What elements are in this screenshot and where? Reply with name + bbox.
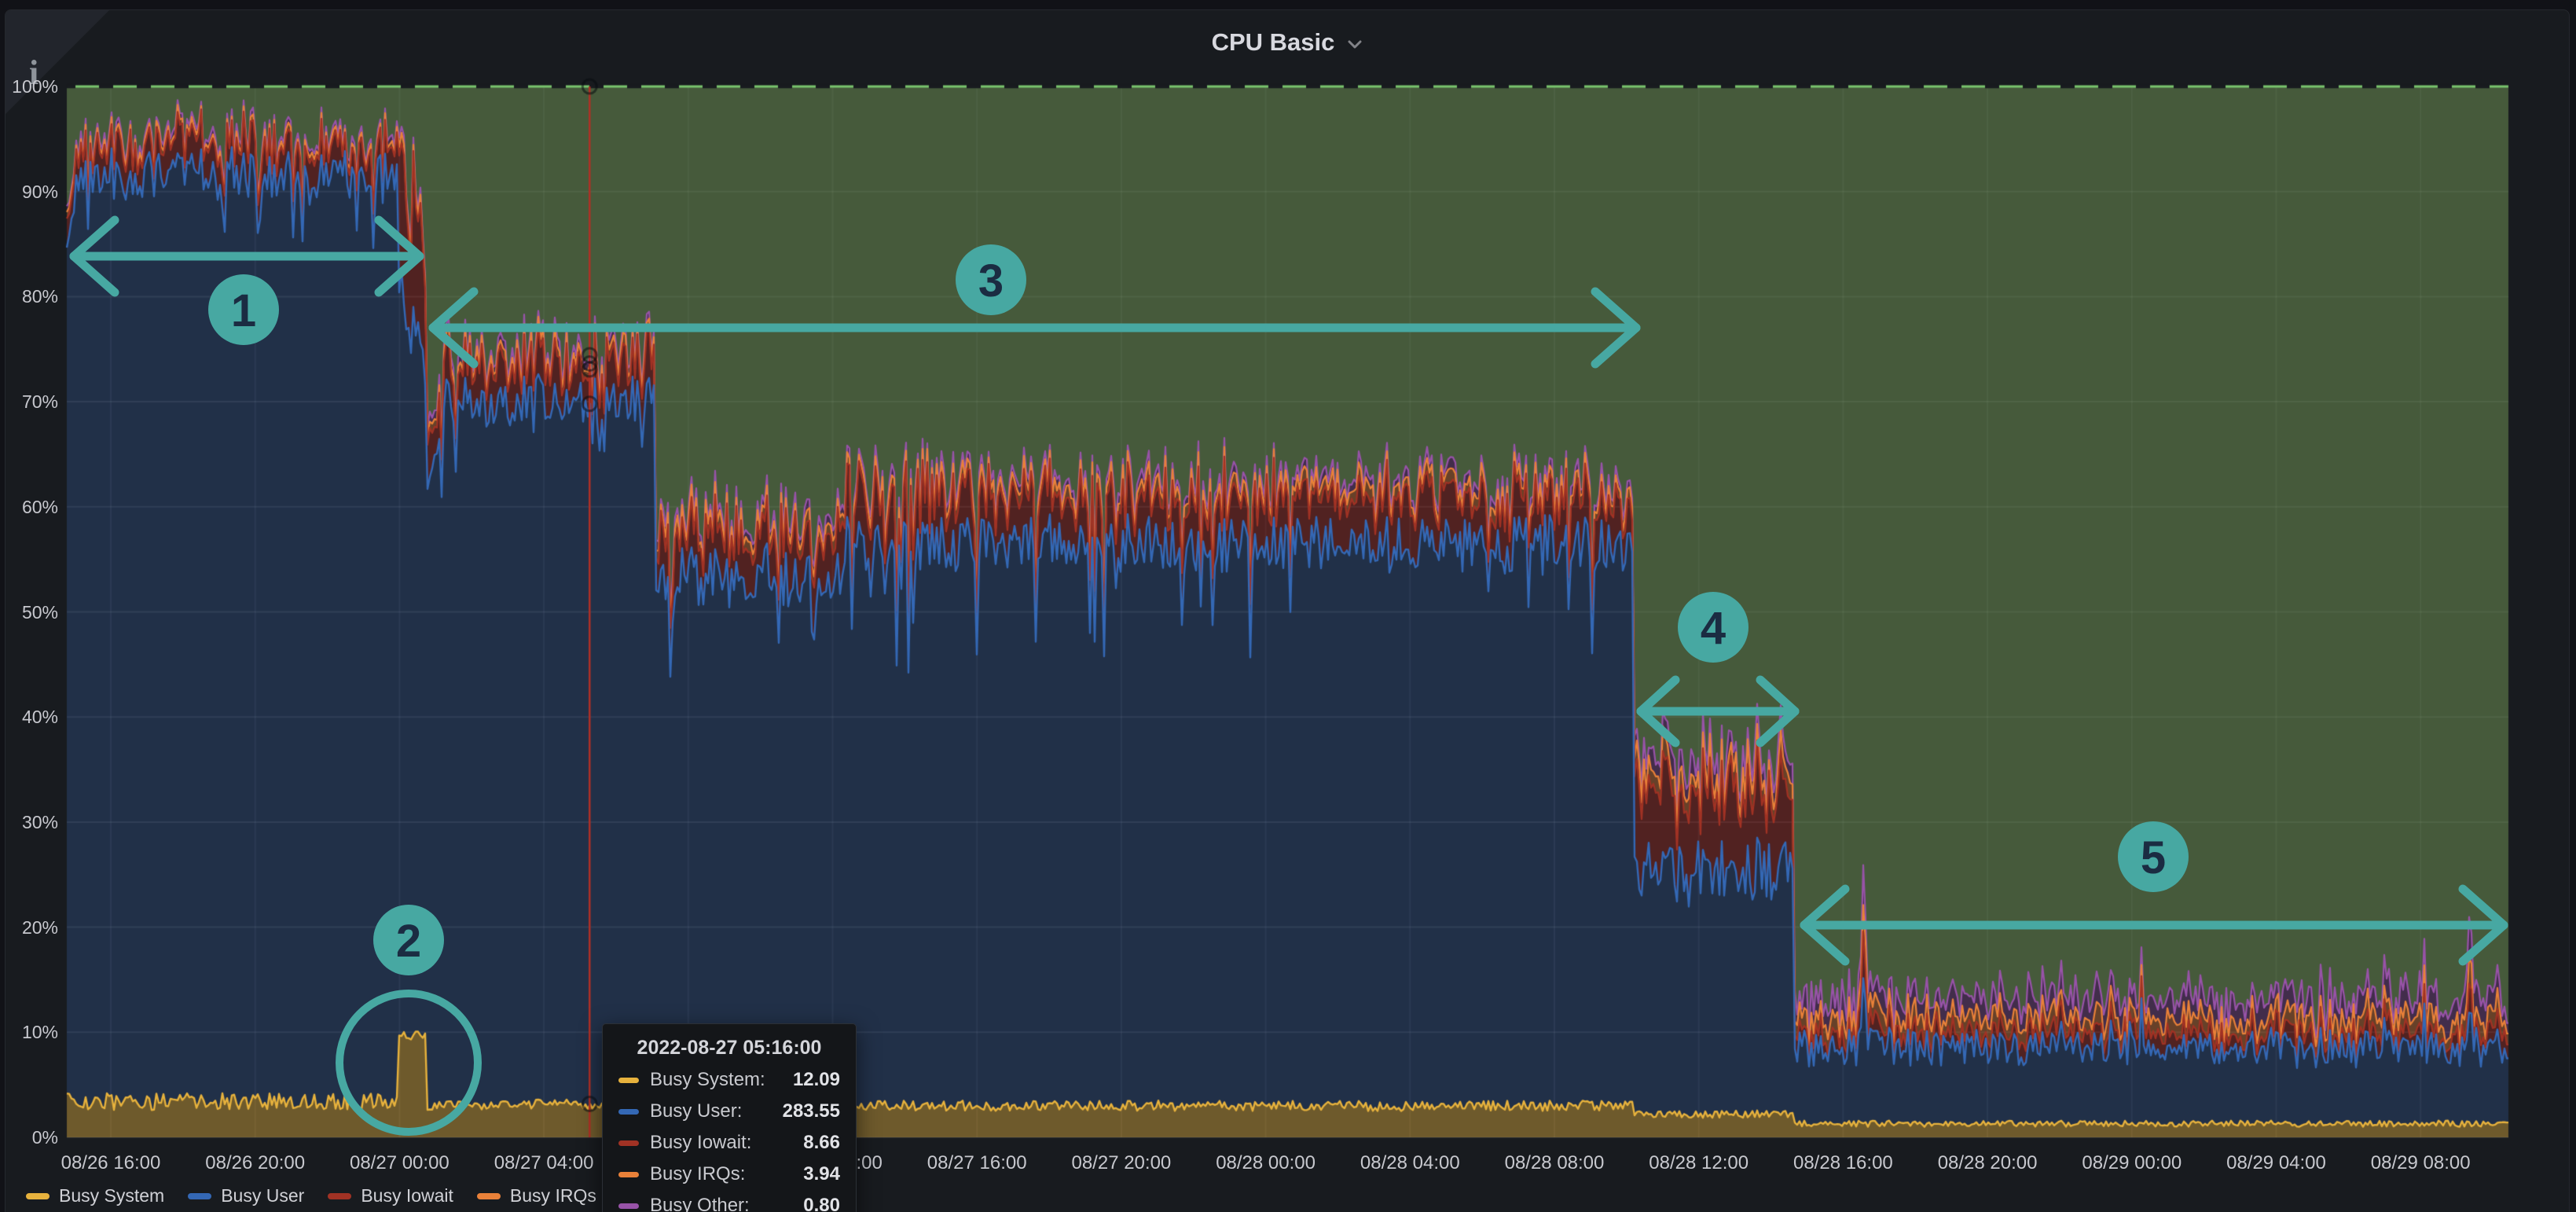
y-axis-tick-label: 80% — [0, 286, 58, 307]
tooltip-row-busy-user: Busy User:283.55 — [618, 1100, 840, 1122]
legend-item-busy-system[interactable]: Busy System — [26, 1185, 164, 1206]
chevron-down-icon — [1345, 35, 1364, 53]
tooltip-swatch — [618, 1140, 639, 1146]
tooltip-series-label: Busy IRQs: — [650, 1163, 803, 1185]
tooltip-swatch — [618, 1078, 639, 1083]
legend-label: Busy IRQs — [510, 1185, 596, 1206]
x-axis-tick-label: 08/28 12:00 — [1632, 1152, 1766, 1174]
tooltip-swatch — [618, 1172, 639, 1177]
x-axis-tick-label: 08/28 00:00 — [1199, 1152, 1333, 1174]
tooltip-swatch — [618, 1203, 639, 1209]
y-axis-tick-label: 90% — [0, 182, 58, 203]
tooltip-swatch — [618, 1109, 639, 1115]
tooltip-series-value: 8.66 — [803, 1132, 840, 1154]
x-axis-tick-label: 08/28 20:00 — [1921, 1152, 2054, 1174]
x-axis-tick-label: 08/29 04:00 — [2210, 1152, 2343, 1174]
legend-swatch — [477, 1193, 501, 1199]
tooltip-series-label: Busy System: — [650, 1069, 793, 1091]
x-axis-tick-label: 08/27 16:00 — [910, 1152, 1044, 1174]
legend-swatch — [188, 1193, 211, 1199]
chart-tooltip: 2022-08-27 05:16:00 Busy System:12.09Bus… — [602, 1023, 857, 1212]
tooltip-series-value: 283.55 — [783, 1100, 840, 1122]
tooltip-row-busy-irqs: Busy IRQs:3.94 — [618, 1163, 840, 1185]
x-axis-tick-label: 08/26 16:00 — [44, 1152, 178, 1174]
x-axis-tick-label: 08/26 20:00 — [189, 1152, 322, 1174]
y-axis-tick-label: 70% — [0, 391, 58, 413]
y-axis-tick-label: 20% — [0, 917, 58, 938]
legend: Busy System Busy User Busy Iowait Busy IRQs — [26, 1185, 596, 1206]
x-axis-tick-label: 08/28 16:00 — [1776, 1152, 1910, 1174]
legend-item-busy-iowait[interactable]: Busy Iowait — [328, 1185, 453, 1206]
x-axis-tick-label: 08/27 20:00 — [1055, 1152, 1188, 1174]
legend-swatch — [328, 1193, 351, 1199]
y-axis-tick-label: 10% — [0, 1022, 58, 1043]
y-axis-tick-label: 60% — [0, 497, 58, 518]
grafana-cpu-basic-screen: i CPU Basic 0%10%20%30%40%50%60%70%80%90… — [0, 0, 2576, 1212]
y-axis-tick-label: 0% — [0, 1127, 58, 1148]
panel-title: CPU Basic — [1212, 28, 1335, 57]
tooltip-series-label: Busy User: — [650, 1100, 783, 1122]
y-axis-tick-label: 30% — [0, 812, 58, 833]
x-axis-tick-label: 08/28 04:00 — [1343, 1152, 1477, 1174]
x-axis-tick-label: 08/29 08:00 — [2354, 1152, 2487, 1174]
legend-swatch — [26, 1193, 50, 1199]
x-axis-tick-label: 08/27 04:00 — [477, 1152, 611, 1174]
tooltip-series-label: Busy Other: — [650, 1195, 803, 1212]
x-axis-tick-label: 08/27 00:00 — [332, 1152, 466, 1174]
tooltip-series-value: 0.80 — [803, 1195, 840, 1212]
tooltip-series-label: Busy Iowait: — [650, 1132, 803, 1154]
tooltip-row-busy-other: Busy Other:0.80 — [618, 1195, 840, 1212]
y-axis-tick-label: 40% — [0, 707, 58, 728]
tooltip-row-busy-system: Busy System:12.09 — [618, 1069, 840, 1091]
tooltip-row-busy-iowait: Busy Iowait:8.66 — [618, 1132, 840, 1154]
legend-label: Busy System — [59, 1185, 164, 1206]
tooltip-series-value: 3.94 — [803, 1163, 840, 1185]
legend-item-busy-irqs[interactable]: Busy IRQs — [477, 1185, 596, 1206]
cpu-usage-stacked-area-chart[interactable] — [0, 0, 2576, 1212]
legend-label: Busy Iowait — [361, 1185, 453, 1206]
panel-title-menu[interactable]: CPU Basic — [1212, 28, 1365, 57]
legend-label: Busy User — [221, 1185, 304, 1206]
tooltip-series-value: 12.09 — [793, 1069, 840, 1091]
tooltip-timestamp: 2022-08-27 05:16:00 — [618, 1037, 840, 1060]
legend-item-busy-user[interactable]: Busy User — [188, 1185, 304, 1206]
x-axis-tick-label: 08/28 08:00 — [1488, 1152, 1621, 1174]
y-axis-tick-label: 100% — [0, 76, 58, 97]
panel-header: CPU Basic — [0, 28, 2576, 57]
x-axis-tick-label: 08/29 00:00 — [2065, 1152, 2199, 1174]
y-axis-tick-label: 50% — [0, 602, 58, 623]
